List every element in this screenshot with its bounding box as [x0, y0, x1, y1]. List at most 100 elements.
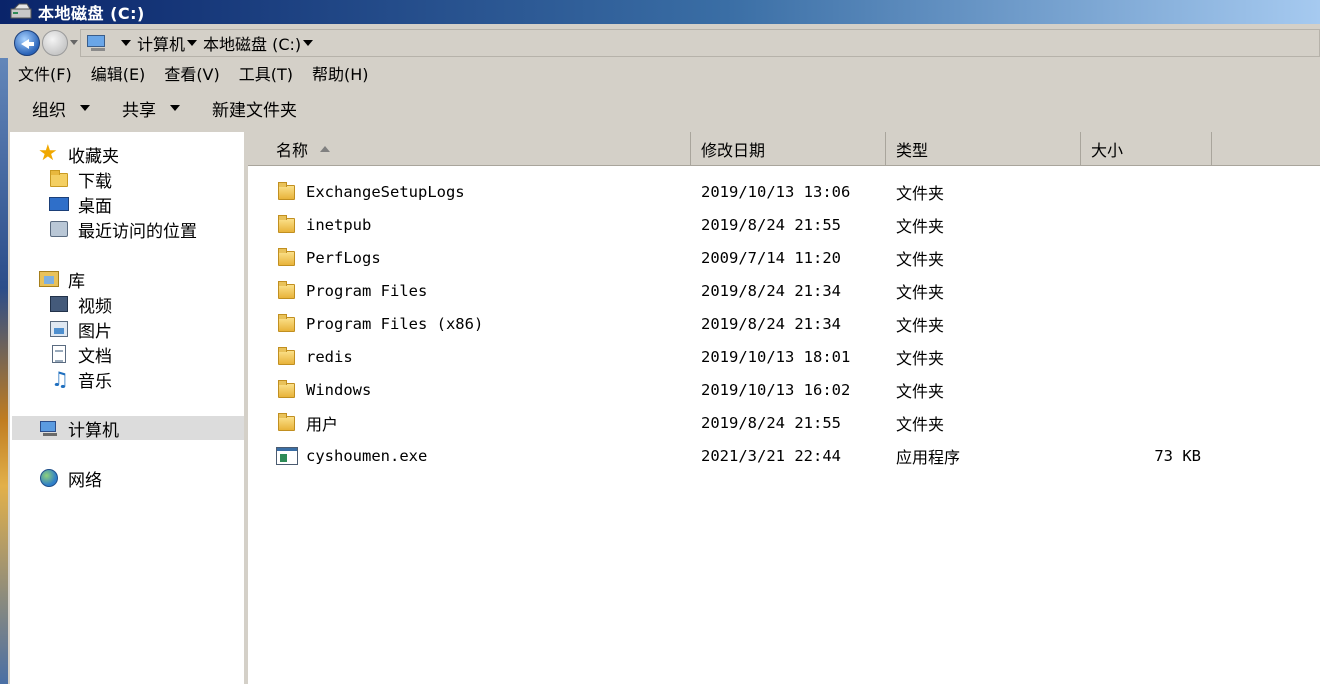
column-header-bar: 名称 修改日期 类型 大小 — [248, 132, 1320, 166]
file-row[interactable]: PerfLogs 2009/7/14 11:20 文件夹 — [248, 241, 1320, 274]
file-name: cyshoumen.exe — [306, 446, 428, 465]
file-modified: 2019/8/24 21:34 — [701, 281, 841, 300]
column-type-label: 类型 — [896, 141, 929, 160]
file-type: 应用程序 — [896, 447, 961, 467]
address-box[interactable]: 计算机 本地磁盘 (C:) — [80, 29, 1320, 57]
nav-music[interactable]: ♫ 音乐 — [48, 367, 112, 392]
organize-button[interactable]: 组织 — [32, 96, 90, 121]
computer-icon — [38, 417, 60, 439]
forward-button[interactable] — [42, 30, 68, 56]
file-row[interactable]: Windows 2019/10/13 16:02 文件夹 — [248, 373, 1320, 406]
window-title: 本地磁盘 (C:) — [38, 4, 145, 23]
file-name: Windows — [306, 380, 372, 399]
nav-documents[interactable]: 文档 — [48, 342, 112, 367]
folder-icon — [276, 181, 298, 203]
file-modified: 2019/10/13 13:06 — [701, 182, 851, 201]
title-bar[interactable]: 本地磁盘 (C:) — [0, 0, 1320, 24]
file-name: ExchangeSetupLogs — [306, 182, 465, 201]
new-folder-button[interactable]: 新建文件夹 — [212, 96, 297, 121]
folder-icon — [276, 214, 298, 236]
folder-icon — [276, 412, 298, 434]
nav-documents-label: 文档 — [78, 346, 112, 367]
menu-view[interactable]: 查看(V) — [164, 61, 219, 85]
pictures-icon — [48, 318, 70, 340]
nav-computer[interactable]: 计算机 — [12, 416, 244, 441]
menu-help[interactable]: 帮助(H) — [312, 61, 369, 85]
nav-downloads[interactable]: 下载 — [48, 167, 112, 192]
menu-file[interactable]: 文件(F) — [18, 61, 72, 85]
downloads-folder-icon — [48, 168, 70, 190]
file-size — [1081, 274, 1201, 307]
file-modified: 2019/10/13 18:01 — [701, 347, 851, 366]
file-size: 73 KB — [1154, 446, 1201, 465]
file-modified: 2009/7/14 11:20 — [701, 248, 841, 267]
menu-tools[interactable]: 工具(T) — [239, 61, 293, 85]
chevron-down-icon[interactable] — [121, 40, 131, 46]
share-label: 共享 — [122, 100, 156, 121]
nav-recent-places[interactable]: 最近访问的位置 — [48, 217, 197, 242]
chevron-down-icon[interactable] — [187, 40, 198, 46]
organize-label: 组织 — [32, 100, 66, 121]
folder-icon — [276, 313, 298, 335]
documents-icon — [48, 343, 70, 365]
file-type: 文件夹 — [896, 315, 945, 335]
column-name[interactable]: 名称 — [248, 132, 691, 166]
sort-ascending-icon — [320, 146, 331, 152]
column-size[interactable]: 大小 — [1081, 132, 1212, 166]
file-type: 文件夹 — [896, 183, 945, 203]
column-modified[interactable]: 修改日期 — [691, 132, 886, 166]
file-size — [1081, 241, 1201, 274]
file-name: redis — [306, 347, 353, 366]
star-icon: ★ — [38, 141, 58, 166]
drive-icon — [10, 3, 32, 21]
folder-icon — [276, 247, 298, 269]
file-size — [1081, 373, 1201, 406]
recent-pages-dropdown[interactable] — [70, 40, 78, 45]
file-size — [1081, 406, 1201, 439]
file-type: 文件夹 — [896, 348, 945, 368]
file-size — [1081, 307, 1201, 340]
file-type: 文件夹 — [896, 249, 945, 269]
file-row[interactable]: inetpub 2019/8/24 21:55 文件夹 — [248, 208, 1320, 241]
navigation-pane: ★ 收藏夹 下载 桌面 最近访问的位置 库 视频 图片 文档 ♫ 音乐 计算机 … — [10, 132, 244, 684]
nav-downloads-label: 下载 — [78, 171, 112, 192]
share-button[interactable]: 共享 — [122, 96, 180, 121]
nav-libraries-label: 库 — [68, 271, 85, 292]
network-icon — [38, 467, 60, 489]
column-type[interactable]: 类型 — [886, 132, 1081, 166]
nav-desktop[interactable]: 桌面 — [48, 192, 112, 217]
breadcrumb-local-disk[interactable]: 本地磁盘 (C:) — [203, 31, 301, 55]
nav-favorites[interactable]: ★ 收藏夹 — [38, 141, 119, 167]
file-size — [1081, 208, 1201, 241]
file-name: PerfLogs — [306, 248, 381, 267]
folder-icon — [276, 280, 298, 302]
nav-network-label: 网络 — [68, 470, 102, 491]
file-row[interactable]: Program Files (x86) 2019/8/24 21:34 文件夹 — [248, 307, 1320, 340]
nav-pictures[interactable]: 图片 — [48, 317, 112, 342]
file-modified: 2019/8/24 21:55 — [701, 413, 841, 432]
back-button[interactable] — [14, 30, 40, 56]
nav-computer-label: 计算机 — [68, 420, 119, 441]
file-row[interactable]: Program Files 2019/8/24 21:34 文件夹 — [248, 274, 1320, 307]
file-modified: 2021/3/21 22:44 — [701, 446, 841, 465]
nav-network[interactable]: 网络 — [38, 466, 102, 491]
chevron-down-icon — [80, 105, 90, 111]
file-type: 文件夹 — [896, 381, 945, 401]
file-row[interactable]: redis 2019/10/13 18:01 文件夹 — [248, 340, 1320, 373]
file-row[interactable]: ExchangeSetupLogs 2019/10/13 13:06 文件夹 — [248, 175, 1320, 208]
column-modified-label: 修改日期 — [701, 141, 766, 160]
recent-places-icon — [48, 218, 70, 240]
breadcrumb-computer[interactable]: 计算机 — [137, 31, 185, 55]
file-row[interactable]: 用户 2019/8/24 21:55 文件夹 — [248, 406, 1320, 439]
nav-videos[interactable]: 视频 — [48, 292, 112, 317]
file-row[interactable]: cyshoumen.exe 2021/3/21 22:44 应用程序 73 KB — [248, 439, 1320, 472]
menu-edit[interactable]: 编辑(E) — [91, 61, 146, 85]
nav-libraries[interactable]: 库 — [38, 267, 85, 292]
chevron-down-icon[interactable] — [303, 40, 314, 46]
file-size — [1081, 340, 1201, 373]
background-strip — [0, 24, 8, 684]
video-icon — [48, 293, 70, 315]
chevron-down-icon — [170, 105, 180, 111]
file-name: inetpub — [306, 215, 372, 234]
file-modified: 2019/8/24 21:34 — [701, 314, 841, 333]
